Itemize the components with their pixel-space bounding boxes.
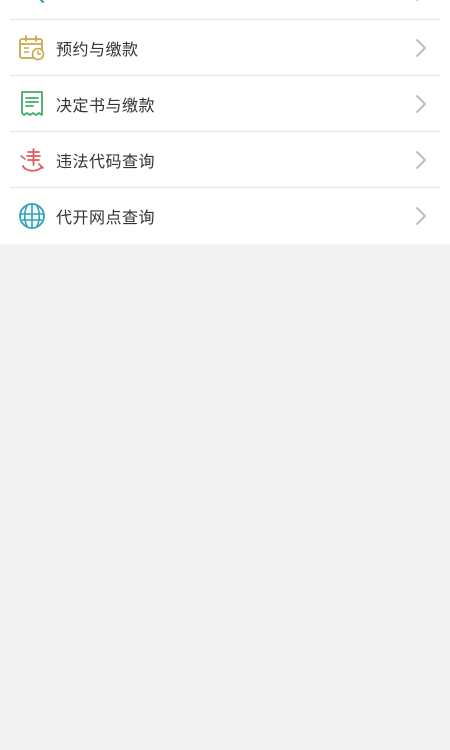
chevron-right-icon — [416, 38, 426, 57]
violation-icon — [18, 146, 46, 174]
chevron-right-icon — [416, 0, 418, 1]
menu-item-0[interactable] — [10, 0, 440, 20]
menu-item-label: 决定书与缴款 — [56, 95, 156, 115]
receipt-icon — [18, 90, 46, 118]
chevron-right-icon — [416, 150, 426, 169]
search-icon — [18, 0, 46, 6]
chevron-right-icon — [416, 207, 426, 225]
menu-item-violation-code-query[interactable]: 违法代码查询 — [10, 132, 440, 188]
calendar-clock-icon — [18, 34, 46, 62]
menu-item-decision-payment[interactable]: 决定书与缴款 — [10, 76, 440, 132]
screen: 预约与缴款 决定书与缴款 违法代码查询 代开网点查询 — [0, 0, 450, 750]
menu-item-label: 预约与缴款 — [56, 39, 139, 59]
menu-item-label: 违法代码查询 — [56, 151, 156, 171]
menu-list: 预约与缴款 决定书与缴款 违法代码查询 代开网点查询 — [0, 0, 450, 244]
menu-item-service-outlet-query[interactable]: 代开网点查询 — [10, 188, 440, 244]
menu-item-label: 代开网点查询 — [56, 208, 156, 227]
globe-icon — [18, 202, 46, 230]
menu-item-appointment-payment[interactable]: 预约与缴款 — [10, 20, 440, 76]
chevron-right-icon — [416, 94, 426, 113]
